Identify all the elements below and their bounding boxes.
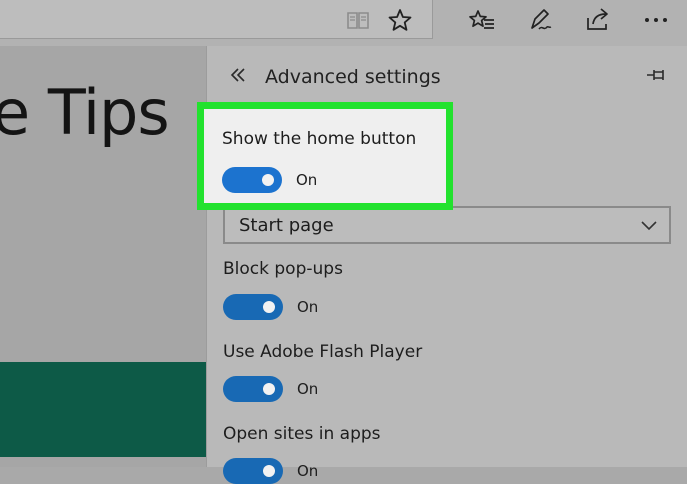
address-bar[interactable] bbox=[0, 0, 433, 39]
share-icon[interactable] bbox=[584, 6, 612, 34]
block-popups-label: Block pop-ups bbox=[223, 259, 343, 279]
open-sites-state: On bbox=[297, 462, 319, 480]
reading-view-icon[interactable] bbox=[344, 6, 372, 34]
back-double-chevron-icon[interactable] bbox=[229, 66, 247, 84]
home-button-label: Show the home button bbox=[222, 129, 417, 149]
home-button-state: On bbox=[296, 171, 318, 189]
block-popups-state: On bbox=[297, 298, 319, 316]
toggle-knob bbox=[262, 174, 274, 186]
flash-player-toggle[interactable] bbox=[223, 376, 283, 402]
home-page-select-value: Start page bbox=[239, 215, 334, 236]
chevron-down-icon bbox=[641, 221, 657, 231]
favorites-hub-icon[interactable] bbox=[468, 6, 496, 34]
flash-player-state: On bbox=[297, 380, 319, 398]
pin-icon[interactable] bbox=[645, 66, 669, 84]
toggle-knob bbox=[263, 301, 275, 313]
block-popups-toggle[interactable] bbox=[223, 294, 283, 320]
home-button-toggle[interactable] bbox=[222, 167, 282, 193]
favorite-star-icon[interactable] bbox=[386, 6, 414, 34]
web-page-content: e Tips bbox=[0, 46, 206, 467]
home-button-setting-highlight: Show the home button On bbox=[197, 102, 453, 210]
page-title: e Tips bbox=[0, 76, 170, 149]
toggle-knob bbox=[263, 383, 275, 395]
page-banner bbox=[0, 362, 206, 457]
web-note-icon[interactable] bbox=[526, 6, 554, 34]
panel-title: Advanced settings bbox=[265, 66, 441, 88]
home-page-select[interactable]: Start page bbox=[223, 206, 671, 244]
open-sites-label: Open sites in apps bbox=[223, 424, 381, 444]
flash-player-label: Use Adobe Flash Player bbox=[223, 342, 423, 362]
browser-toolbar bbox=[0, 0, 687, 46]
more-icon[interactable] bbox=[642, 6, 670, 34]
open-sites-toggle[interactable] bbox=[223, 458, 283, 484]
